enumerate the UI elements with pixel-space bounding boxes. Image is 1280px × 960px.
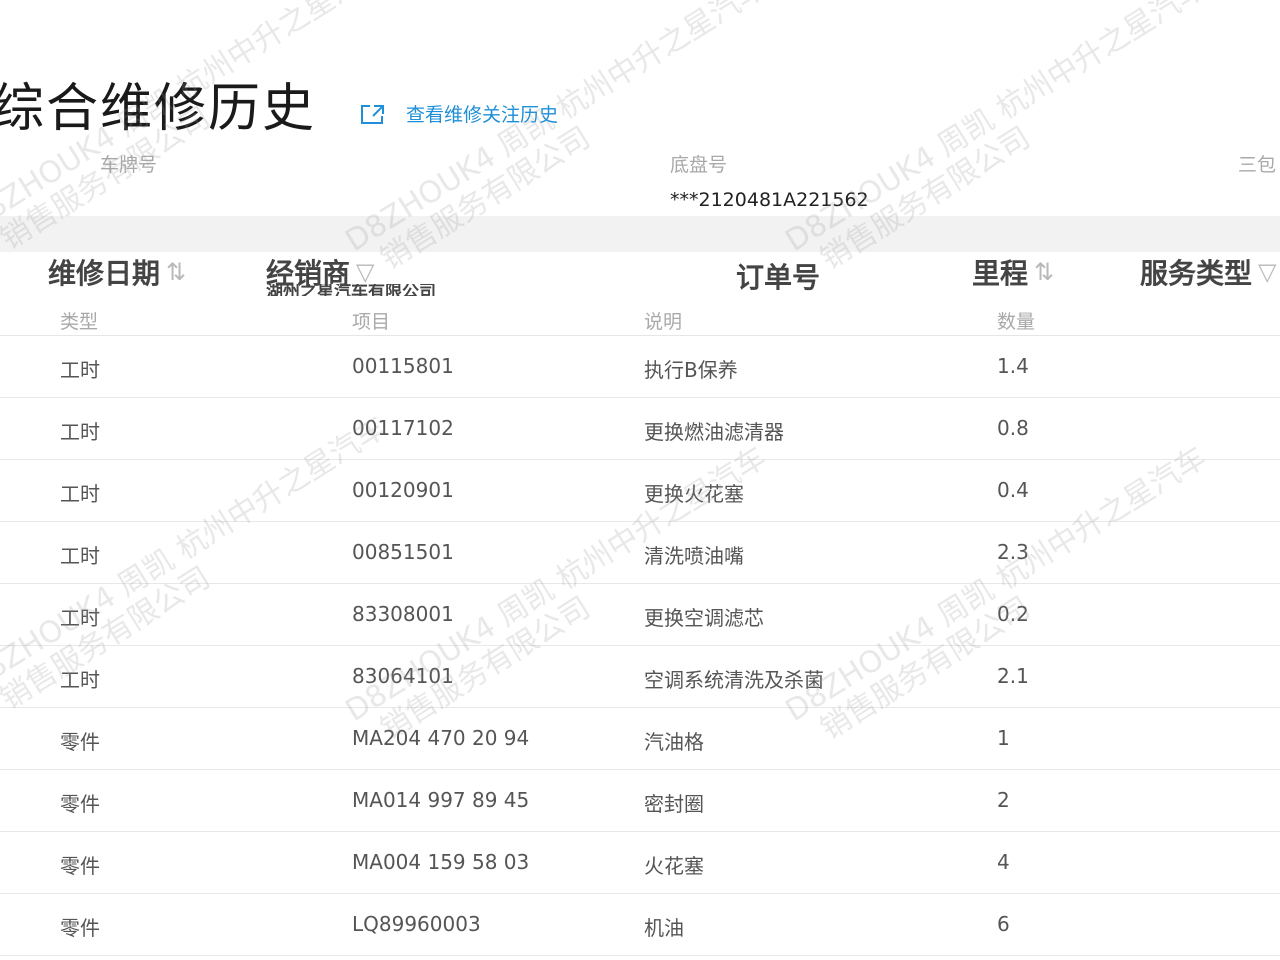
row-quantity: 2 bbox=[997, 788, 1010, 812]
filter-icon[interactable]: ▽ bbox=[1258, 258, 1276, 286]
dealer-name: 湖州之星汽车有限公司 bbox=[266, 284, 436, 296]
chassis-label: 底盘号 bbox=[670, 154, 728, 176]
row-description: 清洗喷油嘴 bbox=[644, 544, 744, 568]
row-description: 更换燃油滤清器 bbox=[644, 420, 784, 444]
row-type: 工时 bbox=[60, 482, 100, 506]
row-type: 工时 bbox=[60, 358, 100, 382]
filter-icon[interactable]: ▽ bbox=[356, 258, 374, 286]
warranty-label: 三包 bbox=[1238, 154, 1277, 176]
repair-detail-table: 工时 00115801 执行B保养 1.4 工时 00117102 更换燃油滤清… bbox=[0, 336, 1280, 956]
row-type: 零件 bbox=[60, 792, 100, 816]
column-repair-date-label: 维修日期 bbox=[48, 257, 161, 290]
table-row: 工时 00120901 更换火花塞 0.4 bbox=[0, 460, 1280, 522]
row-quantity: 4 bbox=[997, 850, 1010, 874]
table-row: 工时 00117102 更换燃油滤清器 0.8 bbox=[0, 398, 1280, 460]
column-repair-date[interactable]: 维修日期 ⇅ bbox=[48, 252, 186, 292]
sub-column-quantity: 数量 bbox=[997, 311, 1036, 333]
row-type: 工时 bbox=[60, 420, 100, 444]
column-service-type[interactable]: 服务类型 ▽ bbox=[1140, 252, 1276, 292]
row-description: 空调系统清洗及杀菌 bbox=[644, 668, 824, 692]
table-row: 工时 00851501 清洗喷油嘴 2.3 bbox=[0, 522, 1280, 584]
table-row: 工时 83308001 更换空调滤芯 0.2 bbox=[0, 584, 1280, 646]
table-row: 零件 MA014 997 89 45 密封圈 2 bbox=[0, 770, 1280, 832]
plate-label: 车牌号 bbox=[100, 154, 158, 176]
sub-column-item: 项目 bbox=[352, 311, 391, 333]
column-service-type-label: 服务类型 bbox=[1140, 257, 1253, 290]
row-description: 汽油格 bbox=[644, 730, 704, 754]
row-type: 零件 bbox=[60, 854, 100, 878]
row-type: 零件 bbox=[60, 916, 100, 940]
view-repair-attention-history-link[interactable]: 查看维修关注历史 bbox=[360, 100, 558, 127]
table-row: 零件 MA004 159 58 03 火花塞 4 bbox=[0, 832, 1280, 894]
table-row: 工时 83064101 空调系统清洗及杀菌 2.1 bbox=[0, 646, 1280, 708]
row-quantity: 0.4 bbox=[997, 478, 1029, 502]
row-item: LQ89960003 bbox=[352, 912, 481, 936]
external-link-icon bbox=[360, 103, 386, 125]
row-description: 火花塞 bbox=[644, 854, 704, 878]
table-row: 工时 00115801 执行B保养 1.4 bbox=[0, 336, 1280, 398]
column-mileage[interactable]: 里程 ⇅ bbox=[972, 252, 1054, 292]
row-description: 更换空调滤芯 bbox=[644, 606, 764, 630]
row-item: 00117102 bbox=[352, 416, 454, 440]
row-quantity: 1 bbox=[997, 726, 1010, 750]
page-title: 综合维修历史 bbox=[0, 79, 317, 139]
sort-icon[interactable]: ⇅ bbox=[166, 258, 186, 286]
row-type: 工时 bbox=[60, 544, 100, 568]
row-quantity: 0.8 bbox=[997, 416, 1029, 440]
sub-column-type: 类型 bbox=[60, 311, 99, 333]
row-description: 密封圈 bbox=[644, 792, 704, 816]
row-description: 执行B保养 bbox=[644, 358, 738, 382]
row-quantity: 6 bbox=[997, 912, 1010, 936]
history-link-label: 查看维修关注历史 bbox=[406, 104, 559, 126]
row-item: 00115801 bbox=[352, 354, 454, 378]
table-row: 零件 LQ89960003 机油 6 bbox=[0, 894, 1280, 956]
row-quantity: 1.4 bbox=[997, 354, 1029, 378]
column-order-number-label: 订单号 bbox=[736, 261, 821, 294]
row-item: 00851501 bbox=[352, 540, 454, 564]
row-quantity: 0.2 bbox=[997, 602, 1029, 626]
row-description: 机油 bbox=[644, 916, 684, 940]
row-quantity: 2.3 bbox=[997, 540, 1029, 564]
row-item: 83308001 bbox=[352, 602, 454, 626]
table-row: 零件 MA204 470 20 94 汽油格 1 bbox=[0, 708, 1280, 770]
column-order-number: 订单号 bbox=[736, 256, 820, 296]
row-item: 83064101 bbox=[352, 664, 454, 688]
section-divider bbox=[0, 216, 1280, 252]
detail-table-header: 类型 项目 说明 数量 bbox=[0, 300, 1280, 336]
row-item: MA004 159 58 03 bbox=[352, 850, 530, 874]
row-quantity: 2.1 bbox=[997, 664, 1029, 688]
sub-column-description: 说明 bbox=[644, 311, 683, 333]
row-type: 工时 bbox=[60, 668, 100, 692]
row-item: MA204 470 20 94 bbox=[352, 726, 530, 750]
column-mileage-label: 里程 bbox=[972, 257, 1029, 290]
sort-icon[interactable]: ⇅ bbox=[1034, 258, 1054, 286]
row-type: 工时 bbox=[60, 606, 100, 630]
row-type: 零件 bbox=[60, 730, 100, 754]
chassis-value: ***2120481A221562 bbox=[670, 189, 869, 211]
row-description: 更换火花塞 bbox=[644, 482, 744, 506]
row-item: 00120901 bbox=[352, 478, 454, 502]
row-item: MA014 997 89 45 bbox=[352, 788, 530, 812]
